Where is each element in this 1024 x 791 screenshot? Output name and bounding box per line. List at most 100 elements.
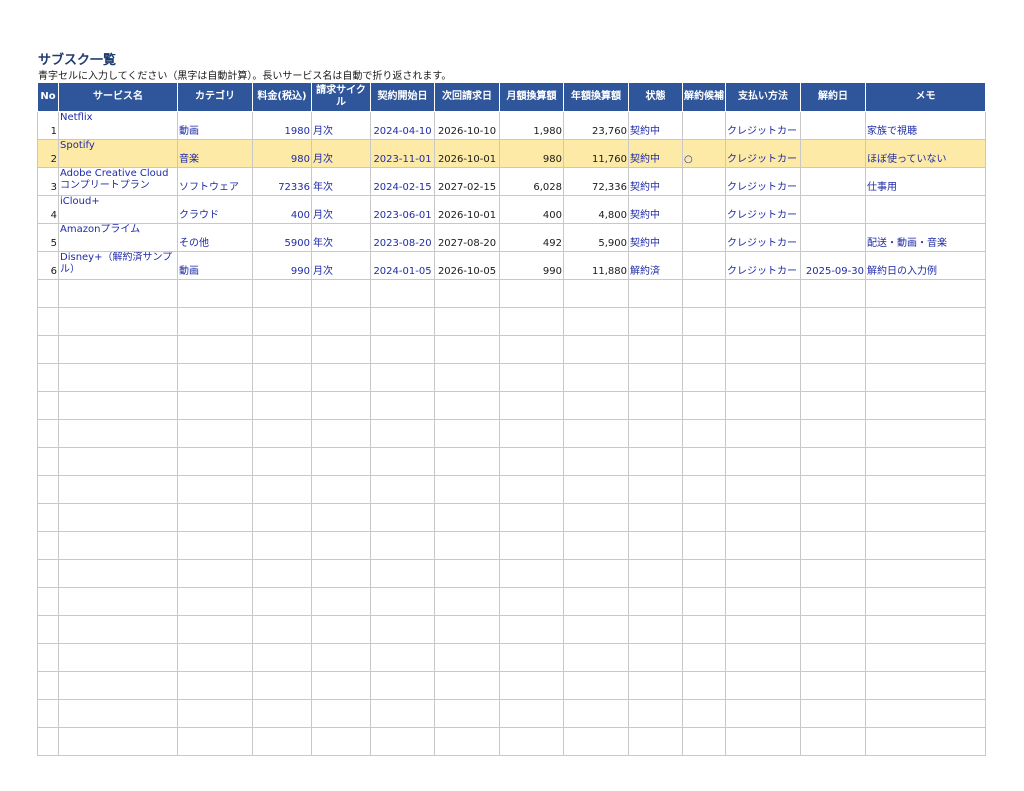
cell-no[interactable]: 4 [37, 195, 59, 224]
empty-cell[interactable] [252, 475, 312, 504]
empty-cell[interactable] [725, 531, 801, 560]
cell-no[interactable]: 3 [37, 167, 59, 196]
empty-cell[interactable] [177, 447, 253, 476]
cell-yearly-amount[interactable]: 11,760 [563, 139, 629, 168]
empty-cell[interactable] [311, 727, 371, 756]
empty-cell[interactable] [682, 559, 726, 588]
cell-category[interactable]: クラウド [177, 195, 253, 224]
empty-cell[interactable] [800, 419, 866, 448]
cell-payment-method[interactable]: クレジットカードB [725, 167, 801, 196]
empty-cell[interactable] [252, 727, 312, 756]
empty-cell[interactable] [725, 307, 801, 336]
empty-cell[interactable] [628, 391, 683, 420]
empty-cell[interactable] [563, 559, 629, 588]
empty-cell[interactable] [311, 279, 371, 308]
empty-cell[interactable] [252, 587, 312, 616]
empty-cell[interactable] [725, 363, 801, 392]
cell-status[interactable]: 契約中 [628, 195, 683, 224]
empty-cell[interactable] [563, 363, 629, 392]
empty-cell[interactable] [311, 363, 371, 392]
empty-cell[interactable] [58, 475, 178, 504]
empty-cell[interactable] [800, 475, 866, 504]
cell-billing-cycle[interactable]: 月次 [311, 111, 371, 140]
empty-cell[interactable] [177, 279, 253, 308]
cell-price[interactable]: 5900 [252, 223, 312, 252]
empty-cell[interactable] [37, 363, 59, 392]
empty-cell[interactable] [252, 615, 312, 644]
empty-cell[interactable] [563, 643, 629, 672]
empty-cell[interactable] [58, 531, 178, 560]
empty-cell[interactable] [177, 475, 253, 504]
empty-cell[interactable] [311, 419, 371, 448]
cell-start-date[interactable]: 2024-02-15 [370, 167, 435, 196]
empty-cell[interactable] [252, 391, 312, 420]
empty-cell[interactable] [865, 447, 986, 476]
cell-cancel-candidate[interactable]: ○ [682, 139, 726, 168]
empty-cell[interactable] [865, 419, 986, 448]
empty-cell[interactable] [499, 727, 564, 756]
cell-monthly-amount[interactable]: 6,028 [499, 167, 564, 196]
empty-cell[interactable] [865, 475, 986, 504]
empty-cell[interactable] [177, 671, 253, 700]
empty-cell[interactable] [725, 391, 801, 420]
cell-price[interactable]: 990 [252, 251, 312, 280]
cell-next-billing-date[interactable]: 2026-10-01 [434, 139, 500, 168]
empty-cell[interactable] [682, 279, 726, 308]
cell-start-date[interactable]: 2023-06-01 [370, 195, 435, 224]
empty-cell[interactable] [370, 531, 435, 560]
empty-cell[interactable] [252, 279, 312, 308]
empty-cell[interactable] [58, 279, 178, 308]
empty-cell[interactable] [725, 335, 801, 364]
cell-category[interactable]: 動画 [177, 111, 253, 140]
empty-cell[interactable] [434, 699, 500, 728]
empty-cell[interactable] [177, 335, 253, 364]
empty-cell[interactable] [628, 587, 683, 616]
empty-cell[interactable] [434, 559, 500, 588]
empty-cell[interactable] [252, 447, 312, 476]
empty-cell[interactable] [37, 559, 59, 588]
cell-category[interactable]: 動画 [177, 251, 253, 280]
empty-cell[interactable] [865, 699, 986, 728]
empty-cell[interactable] [370, 279, 435, 308]
cell-status[interactable]: 契約中 [628, 111, 683, 140]
empty-cell[interactable] [177, 307, 253, 336]
empty-cell[interactable] [563, 335, 629, 364]
cell-service-name[interactable]: Adobe Creative Cloud コンプリートプラン [58, 167, 178, 196]
empty-cell[interactable] [434, 307, 500, 336]
empty-cell[interactable] [434, 587, 500, 616]
empty-cell[interactable] [252, 559, 312, 588]
empty-cell[interactable] [800, 671, 866, 700]
empty-cell[interactable] [499, 447, 564, 476]
empty-cell[interactable] [682, 363, 726, 392]
empty-cell[interactable] [370, 335, 435, 364]
empty-cell[interactable] [628, 419, 683, 448]
cell-yearly-amount[interactable]: 4,800 [563, 195, 629, 224]
empty-cell[interactable] [37, 671, 59, 700]
empty-cell[interactable] [37, 643, 59, 672]
cell-price[interactable]: 72336 [252, 167, 312, 196]
empty-cell[interactable] [311, 307, 371, 336]
empty-cell[interactable] [865, 391, 986, 420]
empty-cell[interactable] [434, 671, 500, 700]
cell-cancel-candidate[interactable] [682, 251, 726, 280]
empty-cell[interactable] [58, 699, 178, 728]
cell-next-billing-date[interactable]: 2026-10-10 [434, 111, 500, 140]
empty-cell[interactable] [252, 643, 312, 672]
cell-memo[interactable]: 配送・動画・音楽 [865, 223, 986, 252]
empty-cell[interactable] [499, 475, 564, 504]
cell-cancel-date[interactable] [800, 167, 866, 196]
empty-cell[interactable] [499, 307, 564, 336]
empty-cell[interactable] [177, 363, 253, 392]
cell-no[interactable]: 1 [37, 111, 59, 140]
empty-cell[interactable] [563, 279, 629, 308]
empty-cell[interactable] [499, 503, 564, 532]
empty-cell[interactable] [800, 643, 866, 672]
empty-cell[interactable] [370, 447, 435, 476]
empty-cell[interactable] [563, 727, 629, 756]
cell-service-name[interactable]: iCloud+ [58, 195, 178, 224]
empty-cell[interactable] [311, 335, 371, 364]
empty-cell[interactable] [682, 475, 726, 504]
cell-category[interactable]: 音楽 [177, 139, 253, 168]
cell-yearly-amount[interactable]: 5,900 [563, 223, 629, 252]
empty-cell[interactable] [725, 447, 801, 476]
